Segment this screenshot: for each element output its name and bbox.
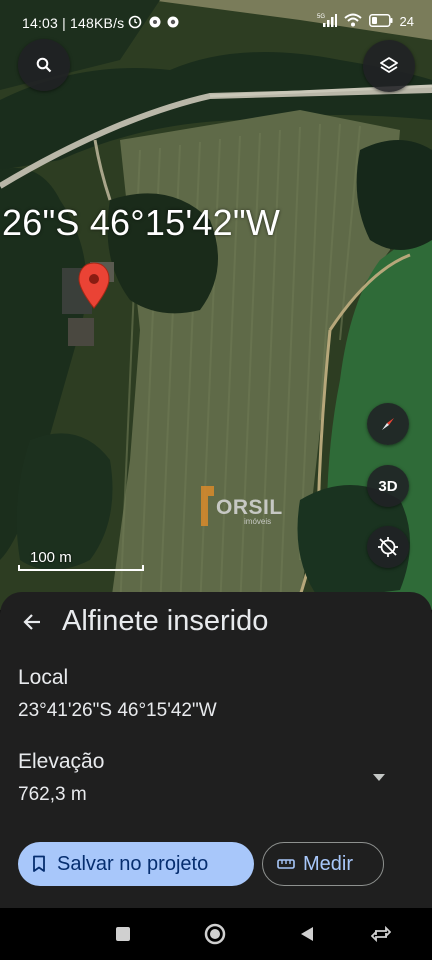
system-navigation-bar (0, 908, 432, 960)
3d-toggle-button[interactable]: 3D (367, 465, 409, 507)
satellite-map[interactable]: 14:03 | 148KB/s 5G 24 26"S 46°15'42"W 3D… (0, 0, 432, 610)
sheet-header: Alfinete inserido (0, 592, 432, 652)
my-location-button[interactable] (367, 526, 409, 568)
battery-icon (368, 13, 393, 30)
local-label: Local (18, 666, 69, 689)
pin-details-sheet: Alfinete inserido Local 23°41'26"S 46°15… (0, 592, 432, 908)
watermark-subtext: imóveis (244, 517, 272, 526)
triangle-back-icon (301, 927, 313, 941)
coordinates-overlay: 26"S 46°15'42"W (2, 202, 280, 243)
search-icon (36, 57, 52, 73)
bookmark-icon (33, 855, 45, 872)
signal-icon: 5G (317, 13, 337, 30)
expand-dropdown-icon[interactable] (372, 772, 386, 782)
measure-button-label: Medir (303, 852, 354, 875)
search-button[interactable] (18, 39, 70, 91)
compass-icon (382, 418, 394, 430)
sheet-title: Alfinete inserido (62, 605, 269, 637)
arrow-back-icon (23, 614, 40, 630)
scale-label: 100 m (30, 549, 72, 566)
save-to-project-button[interactable]: Salvar no projeto (18, 842, 254, 886)
save-button-label: Salvar no projeto (57, 852, 209, 875)
local-value[interactable]: 23°41'26"S 46°15'42"W (18, 700, 217, 722)
back-button[interactable] (16, 606, 48, 638)
measure-button[interactable]: Medir (262, 842, 384, 886)
scale-bar-line (18, 565, 144, 571)
ruler-icon (277, 859, 295, 869)
gps-off-icon (378, 537, 398, 557)
watermark-logo: ORSIL imóveis (198, 482, 290, 530)
square-icon (116, 927, 130, 941)
elevation-label: Elevação (18, 750, 105, 773)
scale-bar: 100 m (18, 549, 146, 571)
notification-icons (128, 15, 182, 32)
home-button[interactable] (202, 921, 228, 947)
elevation-value: 762,3 m (18, 784, 87, 805)
svg-text:5G: 5G (317, 14, 325, 20)
circle-icon (204, 923, 226, 945)
status-time: 14:03 | 148KB/s (22, 15, 125, 31)
recents-button[interactable] (110, 921, 136, 947)
battery-percent: 24 (399, 14, 414, 29)
layers-button[interactable] (363, 40, 415, 92)
layers-icon (380, 57, 398, 73)
status-right: 5G 24 (317, 13, 414, 30)
status-bar: 14:03 | 148KB/s 5G 24 (0, 0, 432, 46)
compass-button[interactable] (367, 403, 409, 445)
wifi-icon (343, 13, 362, 30)
back-nav-button[interactable] (294, 921, 320, 947)
rotate-screen-icon (371, 925, 391, 943)
rotate-button[interactable] (368, 921, 394, 947)
